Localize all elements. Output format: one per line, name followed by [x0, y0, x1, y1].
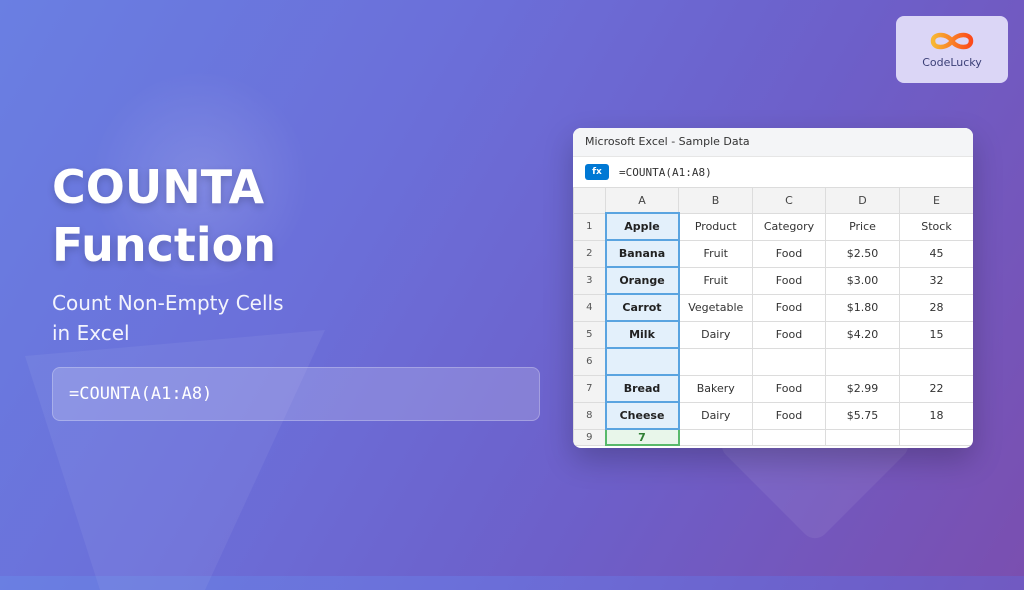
codelucky-logo: CodeLucky — [896, 16, 1008, 83]
result-cell-a9[interactable]: 7 — [604, 428, 680, 446]
table-row: 5 Milk Dairy Food $4.20 15 — [573, 320, 973, 349]
cell-a1[interactable]: Apple — [604, 212, 680, 241]
cell-c4[interactable]: Food — [752, 293, 826, 322]
cell-b5[interactable]: Dairy — [678, 320, 753, 349]
subtitle-line-1: Count Non-Empty Cells — [52, 291, 284, 315]
page-title: COUNTA Function — [52, 158, 276, 274]
cell-e7[interactable]: 22 — [899, 374, 973, 403]
table-row: 1 Apple Product Category Price Stock — [573, 212, 973, 241]
cell-e4[interactable]: 28 — [899, 293, 973, 322]
cell-a8[interactable]: Cheese — [604, 401, 680, 430]
column-header-c[interactable]: C — [752, 187, 826, 214]
cell-d2[interactable]: $2.50 — [825, 239, 900, 268]
row-header[interactable]: 8 — [573, 401, 606, 430]
cell-c3[interactable]: Food — [752, 266, 826, 295]
cell-c1[interactable]: Category — [752, 212, 826, 241]
title-line-1: COUNTA — [52, 160, 265, 214]
row-header[interactable]: 9 — [573, 428, 606, 446]
row-header[interactable]: 1 — [573, 212, 606, 241]
cell-b4[interactable]: Vegetable — [678, 293, 753, 322]
row-header[interactable]: 2 — [573, 239, 606, 268]
column-header-b[interactable]: B — [678, 187, 753, 214]
table-row: 7 Bread Bakery Food $2.99 22 — [573, 374, 973, 403]
cell-e5[interactable]: 15 — [899, 320, 973, 349]
cell-b1[interactable]: Product — [678, 212, 753, 241]
cell-b8[interactable]: Dairy — [678, 401, 753, 430]
cell-e3[interactable]: 32 — [899, 266, 973, 295]
infinity-logo-icon — [930, 32, 974, 50]
cell-b9[interactable] — [678, 428, 753, 446]
cell-c7[interactable]: Food — [752, 374, 826, 403]
column-header-d[interactable]: D — [825, 187, 900, 214]
cell-d6[interactable] — [825, 347, 900, 376]
cell-d9[interactable] — [825, 428, 900, 446]
cell-d5[interactable]: $4.20 — [825, 320, 900, 349]
corner-cell[interactable] — [573, 187, 606, 214]
cell-c6[interactable] — [752, 347, 826, 376]
cell-a3[interactable]: Orange — [604, 266, 680, 295]
cell-e8[interactable]: 18 — [899, 401, 973, 430]
logo-text: CodeLucky — [922, 56, 982, 69]
column-header-e[interactable]: E — [899, 187, 973, 214]
subtitle: Count Non-Empty Cells in Excel — [52, 288, 284, 348]
fx-icon[interactable]: fx — [585, 164, 609, 180]
table-row: 8 Cheese Dairy Food $5.75 18 — [573, 401, 973, 430]
cell-c9[interactable] — [752, 428, 826, 446]
cell-e9[interactable] — [899, 428, 973, 446]
column-header-row: A B C D E — [573, 187, 973, 214]
column-header-a[interactable]: A — [605, 187, 679, 214]
cell-d1[interactable]: Price — [825, 212, 900, 241]
cell-d3[interactable]: $3.00 — [825, 266, 900, 295]
table-row: 3 Orange Fruit Food $3.00 32 — [573, 266, 973, 295]
table-row: 9 7 — [573, 428, 973, 446]
cell-a2[interactable]: Banana — [604, 239, 680, 268]
table-row: 4 Carrot Vegetable Food $1.80 28 — [573, 293, 973, 322]
cell-a4[interactable]: Carrot — [604, 293, 680, 322]
formula-bar: fx =COUNTA(A1:A8) — [573, 157, 973, 188]
cell-a6[interactable] — [604, 347, 680, 376]
cell-b3[interactable]: Fruit — [678, 266, 753, 295]
row-header[interactable]: 4 — [573, 293, 606, 322]
formula-bar-input[interactable]: =COUNTA(A1:A8) — [619, 166, 712, 179]
cell-c2[interactable]: Food — [752, 239, 826, 268]
window-title: Microsoft Excel - Sample Data — [573, 128, 973, 157]
cell-c5[interactable]: Food — [752, 320, 826, 349]
cell-d4[interactable]: $1.80 — [825, 293, 900, 322]
formula-display: =COUNTA(A1:A8) — [52, 367, 540, 421]
excel-window: Microsoft Excel - Sample Data fx =COUNTA… — [573, 128, 973, 448]
cell-e2[interactable]: 45 — [899, 239, 973, 268]
row-header[interactable]: 3 — [573, 266, 606, 295]
cell-b6[interactable] — [678, 347, 753, 376]
title-line-2: Function — [52, 218, 277, 272]
cell-b7[interactable]: Bakery — [678, 374, 753, 403]
row-header[interactable]: 6 — [573, 347, 606, 376]
cell-d7[interactable]: $2.99 — [825, 374, 900, 403]
cell-d8[interactable]: $5.75 — [825, 401, 900, 430]
table-row: 2 Banana Fruit Food $2.50 45 — [573, 239, 973, 268]
row-header[interactable]: 7 — [573, 374, 606, 403]
cell-c8[interactable]: Food — [752, 401, 826, 430]
row-header[interactable]: 5 — [573, 320, 606, 349]
cell-e6[interactable] — [899, 347, 973, 376]
cell-a5[interactable]: Milk — [604, 320, 680, 349]
spreadsheet-grid: A B C D E 1 Apple Product Category Price… — [573, 187, 973, 446]
cell-a7[interactable]: Bread — [604, 374, 680, 403]
cell-b2[interactable]: Fruit — [678, 239, 753, 268]
cell-e1[interactable]: Stock — [899, 212, 973, 241]
subtitle-line-2: in Excel — [52, 321, 130, 345]
table-row: 6 — [573, 347, 973, 376]
